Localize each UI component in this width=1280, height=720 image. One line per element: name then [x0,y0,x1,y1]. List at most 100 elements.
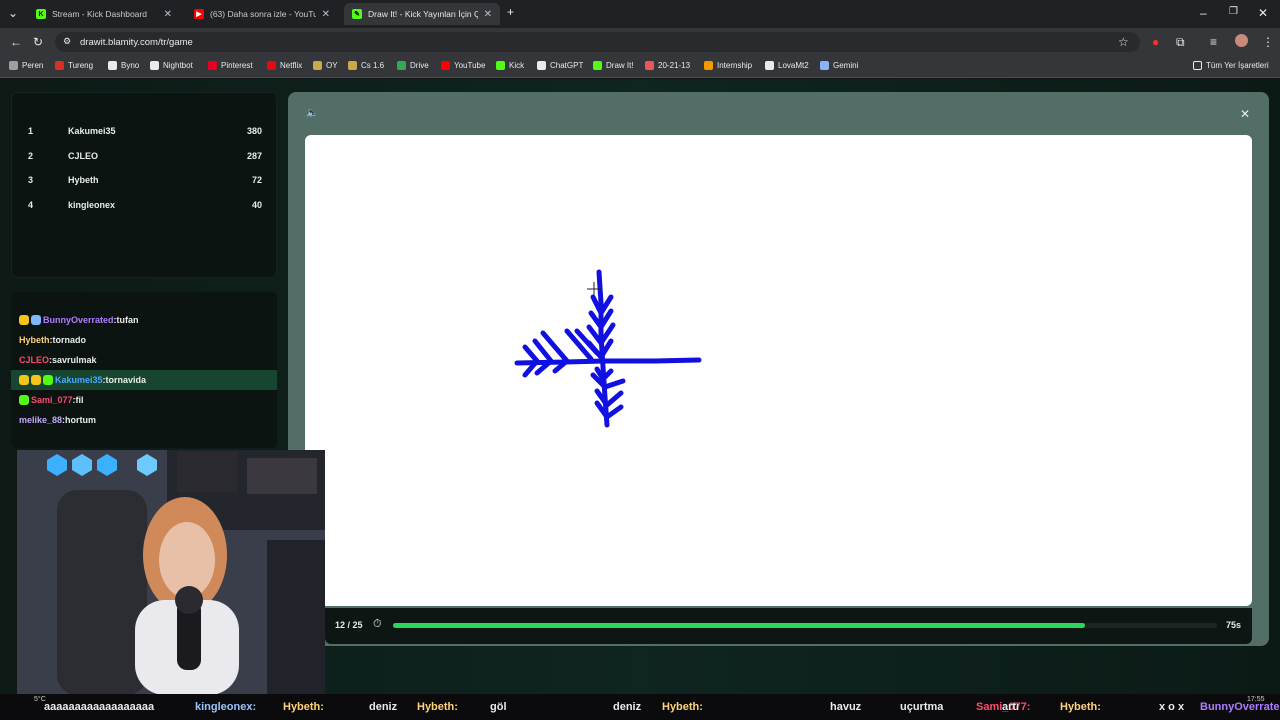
bookmark-favicon-icon [704,61,713,70]
bookmark-chatgpt[interactable]: ChatGPT [537,61,583,70]
drawing-canvas[interactable] [305,135,1252,606]
bookmark-label: Kick [509,61,525,70]
player-score: 380 [246,126,262,136]
menu-kebab-icon[interactable]: ⋮ [1262,35,1274,49]
chat-username[interactable]: Kakumei35 [55,375,103,385]
bookmark-favicon-icon [9,61,18,70]
new-tab-button[interactable]: + [507,5,514,19]
tab-draw-it[interactable]: ✎ Draw It! - Kick Yayınları İçin Çiz ✕ [344,3,500,25]
bookmark-drive[interactable]: Drive [397,61,429,70]
back-icon[interactable]: ← [10,35,22,49]
player-name: Hybeth [68,175,99,185]
chat-text: :savrulmak [49,355,97,365]
site-info-icon[interactable]: ⚙ [63,36,71,47]
chat-text: :fil [72,395,84,405]
webcam-image [17,450,325,695]
speaker-icon[interactable]: 🔈 [306,108,318,119]
extensions-puzzle-icon[interactable]: ⧉ [1176,35,1185,50]
extension-icon[interactable]: ● [1152,35,1159,49]
rank: 4 [28,200,34,210]
bookmark-nightbot[interactable]: Nightbot [150,61,193,70]
chat-username[interactable]: melike_88 [19,415,62,425]
ticker-item: kingleonex: [195,701,257,713]
close-tab-icon[interactable]: ✕ [164,9,172,20]
bookmark-favicon-icon [820,61,829,70]
clock-time: 17:55 [1247,696,1265,703]
draw-it-icon: ✎ [352,9,362,19]
all-bookmarks-label: Tüm Yer İşaretleri [1206,61,1269,70]
bookmark-favicon-icon [108,61,117,70]
bookmark-star-icon[interactable]: ☆ [1118,35,1129,49]
bookmark-draw-it-[interactable]: Draw It! [593,61,634,70]
bookmark-favicon-icon [267,61,276,70]
all-bookmarks-folder[interactable]: Tüm Yer İşaretleri [1193,61,1269,70]
bookmark-kick[interactable]: Kick [496,61,524,70]
time-left: 75s [1226,620,1242,630]
chat-badge-icon [19,315,29,325]
close-window-button[interactable]: ✕ [1258,6,1268,20]
restore-button[interactable]: ❐ [1229,6,1238,17]
close-tab-icon[interactable]: ✕ [484,9,492,20]
bookmark-favicon-icon [537,61,546,70]
bookmark-favicon-icon [150,61,159,70]
chat-message: melike_88:hortum [11,410,277,430]
reload-icon[interactable]: ↻ [33,35,43,49]
bookmark-label: YouTube [454,61,486,70]
url-text[interactable]: drawit.blamity.com/tr/game [80,37,193,48]
ticker-item: artı [1002,701,1020,713]
chat-message: Kakumei35:tornavida [11,370,277,390]
bookmark-lovamt2[interactable]: LovaMt2 [765,61,809,70]
bookmark-gemini[interactable]: Gemini [820,61,858,70]
player-score: 40 [251,200,262,210]
bookmark-internship[interactable]: Internship [704,61,752,70]
bookmark-label: Pinterest [221,61,253,70]
bookmark-label: Byno [121,61,140,70]
chat-username[interactable]: Hybeth [19,335,50,345]
chat-badge-icon [19,395,29,405]
bookmark-label: Cs 1.6 [361,61,385,70]
tab-kick-dashboard[interactable]: K Stream - Kick Dashboard ✕ [28,3,180,25]
bookmark-oy[interactable]: OY [313,61,338,70]
timer-icon: ⏱ [373,618,382,630]
close-icon[interactable]: ✕ [1240,107,1250,121]
bookmark-label: Internship [717,61,753,70]
media-icon[interactable]: ≡ [1210,35,1217,49]
player-name: Kakumei35 [68,126,116,136]
bookmark-tureng[interactable]: Tureng [55,61,93,70]
rank: 3 [28,175,34,185]
chat-badge-icon [19,375,29,385]
minimize-button[interactable]: – [1200,6,1207,20]
omnibox[interactable] [55,32,1140,52]
bookmark-byno[interactable]: Byno [108,61,139,70]
bookmark-pinterest[interactable]: Pinterest [208,61,253,70]
tab-youtube[interactable]: ▶ (63) Daha sonra izle - YouTube ✕ [186,3,338,25]
bookmark-netflix[interactable]: Netflix [267,61,302,70]
close-tab-icon[interactable]: ✕ [322,9,330,20]
chat-username[interactable]: Sami_077 [31,395,73,405]
ticker-item: havuz [830,701,862,713]
bookmark-peren[interactable]: Peren [9,61,43,70]
chat-text: :tufan [113,315,139,325]
bookmark-20-21-13[interactable]: 20-21-13 [645,61,690,70]
profile-avatar[interactable] [1235,34,1248,47]
stroke [514,357,702,366]
ticker-item: x o x [1159,701,1185,713]
player-name: CJLEO [68,151,99,161]
chat-message: CJLEO:savrulmak [11,350,277,370]
bookmark-cs-1-6[interactable]: Cs 1.6 [348,61,384,70]
drawing-strokes [514,269,702,428]
chat-text: :tornado [49,335,87,345]
ticker-item: Hybeth: [283,701,324,713]
chat-message: Sami_077:fil [11,390,277,410]
ticker-item: Hybeth: [417,701,458,713]
bookmark-favicon-icon [313,61,322,70]
chat-username[interactable]: BunnyOverrated [43,315,114,325]
tab-search-icon[interactable]: ⌄ [8,6,18,20]
player-name: kingleonex [68,200,116,210]
ticker-item: deniz [369,701,398,713]
chat-username[interactable]: CJLEO [19,355,49,365]
stroke [594,388,624,408]
bookmark-label: Nightbot [163,61,193,70]
bookmark-youtube[interactable]: YouTube [441,61,485,70]
leaderboard-row: 2 CJLEO 287 [12,151,278,167]
